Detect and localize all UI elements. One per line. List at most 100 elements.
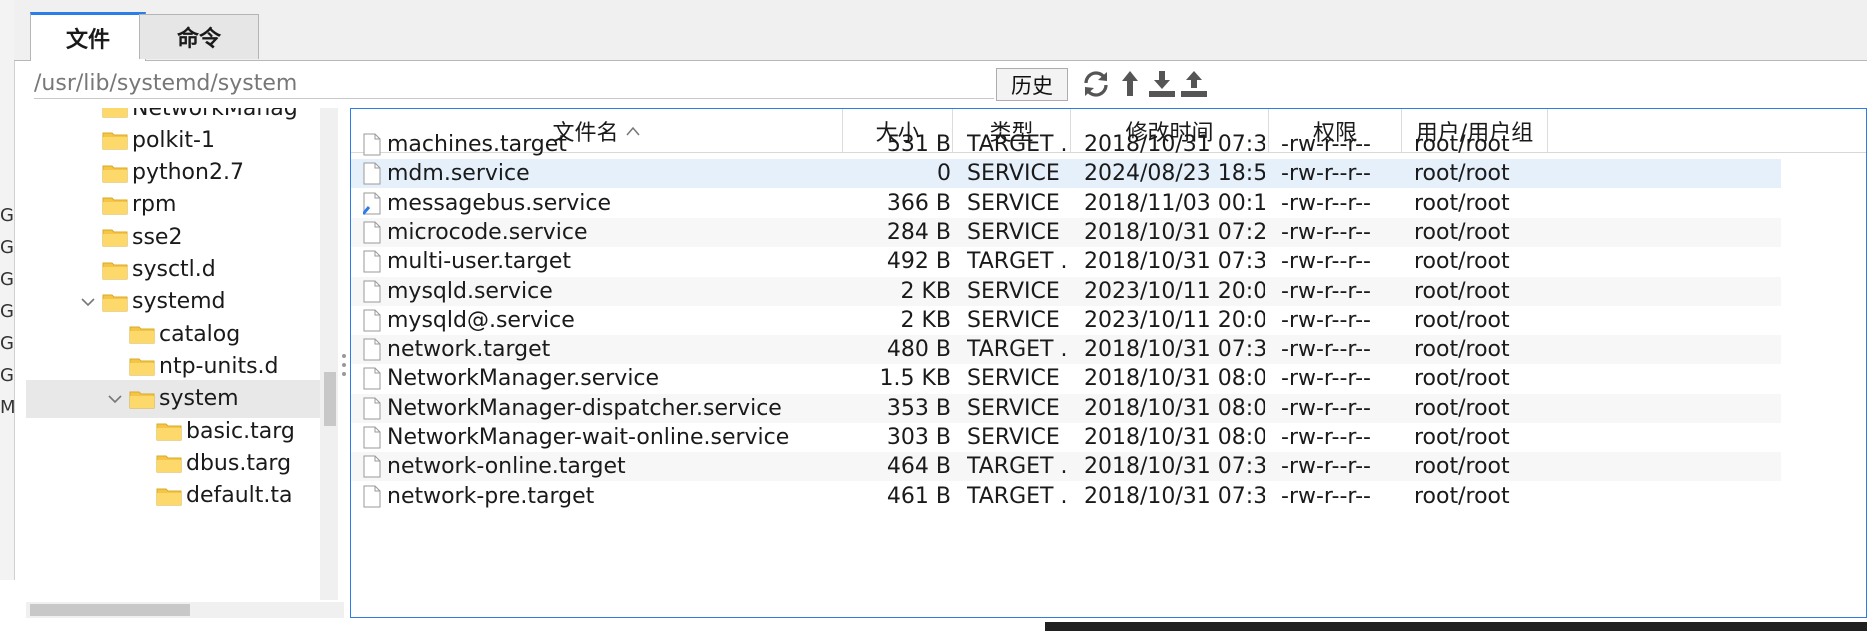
cell-name: mdm.service bbox=[387, 161, 530, 187]
tab-command[interactable]: 命令 bbox=[139, 14, 259, 59]
cell-owner: root/root bbox=[1414, 454, 1510, 480]
cell-owner: root/root bbox=[1414, 337, 1510, 363]
expand-chevron-icon[interactable] bbox=[78, 292, 98, 312]
cell-mtime: 2018/10/31 07:31 bbox=[1084, 249, 1265, 275]
cell-size: 464 B bbox=[886, 454, 951, 480]
table-row[interactable]: NetworkManager-wait-online.service 303 B S… bbox=[351, 423, 1781, 452]
table-row[interactable]: NetworkManager.service 1.5 KB SERVICE ... 2… bbox=[351, 364, 1781, 393]
cell-size: 284 B bbox=[886, 219, 951, 245]
history-button[interactable]: 历史 bbox=[996, 68, 1068, 101]
background-glyph: M bbox=[0, 397, 16, 418]
cell-mtime: 2018/10/31 08:06 bbox=[1084, 425, 1265, 450]
directory-tree: NetworkManag polkit-1 python2.7 rpm sse2 sysc… bbox=[26, 108, 344, 608]
folder-icon bbox=[156, 455, 182, 473]
tab-file[interactable]: 文件 bbox=[30, 12, 146, 61]
file-icon bbox=[363, 221, 381, 244]
cell-type: SERVICE ... bbox=[967, 219, 1067, 245]
file-icon bbox=[363, 367, 381, 390]
cell-perm: -rw-r--r-- bbox=[1281, 425, 1371, 450]
path-input[interactable] bbox=[34, 68, 994, 99]
cell-mtime: 2023/10/11 20:09 bbox=[1084, 307, 1265, 333]
file-link-icon bbox=[363, 192, 381, 215]
cell-name: network-pre.target bbox=[387, 483, 595, 509]
cell-owner: root/root bbox=[1414, 366, 1510, 392]
cell-size: 366 B bbox=[886, 190, 951, 216]
cell-type: TARGET ... bbox=[967, 483, 1067, 509]
cell-owner: root/root bbox=[1414, 425, 1510, 450]
folder-icon bbox=[129, 391, 155, 409]
cell-type: SERVICE ... bbox=[967, 161, 1067, 187]
cell-mtime: 2018/10/31 08:06 bbox=[1084, 366, 1265, 392]
refresh-icon[interactable] bbox=[1080, 68, 1112, 100]
path-bar: 历史 bbox=[26, 62, 1867, 104]
tree-item-label: ntp-units.d bbox=[159, 353, 279, 379]
cell-mtime: 2018/11/03 00:19 bbox=[1084, 190, 1265, 216]
table-row[interactable]: mysqld@.service 2 KB SERVICE ... 2023/10/11… bbox=[351, 306, 1781, 335]
file-icon bbox=[363, 250, 381, 273]
cell-name: mysqld.service bbox=[387, 278, 553, 304]
cell-perm: -rw-r--r-- bbox=[1281, 278, 1371, 304]
background-glyph: G bbox=[0, 205, 14, 226]
tree-item-label: default.ta bbox=[186, 483, 293, 509]
background-window-strip: GGGGGGM bbox=[0, 0, 16, 580]
cell-perm: -rw-r--r-- bbox=[1281, 483, 1371, 509]
cell-mtime: 2018/10/31 07:31 bbox=[1084, 337, 1265, 363]
cell-size: 0 bbox=[937, 161, 951, 187]
cell-owner: root/root bbox=[1414, 190, 1510, 216]
table-row[interactable]: machines.target 531 B TARGET ... 2018/10/31… bbox=[351, 130, 1781, 159]
cell-type: SERVICE ... bbox=[967, 425, 1067, 450]
background-glyph: G bbox=[0, 365, 14, 386]
cell-size: 461 B bbox=[886, 483, 951, 509]
tree-item-label: system bbox=[159, 386, 239, 412]
folder-icon bbox=[102, 294, 128, 312]
background-glyph: G bbox=[0, 237, 14, 258]
cell-name: microcode.service bbox=[387, 219, 588, 245]
folder-icon bbox=[102, 132, 128, 150]
cell-size: 2 KB bbox=[900, 307, 951, 333]
folder-icon bbox=[156, 423, 182, 441]
file-icon bbox=[363, 338, 381, 361]
cell-name: mysqld@.service bbox=[387, 307, 575, 333]
cell-owner: root/root bbox=[1414, 278, 1510, 304]
panel-splitter-icon[interactable] bbox=[340, 350, 348, 380]
cell-owner: root/root bbox=[1414, 132, 1510, 157]
up-directory-icon[interactable] bbox=[1114, 68, 1146, 100]
table-row[interactable]: microcode.service 284 B SERVICE ... 2018/10… bbox=[351, 217, 1781, 247]
table-row[interactable]: network-pre.target 461 B TARGET ... 2018/10… bbox=[351, 482, 1781, 511]
cell-mtime: 2023/10/11 20:09 bbox=[1084, 278, 1265, 304]
cell-name: messagebus.service bbox=[387, 190, 612, 216]
table-row[interactable]: network-online.target 464 B TARGET ... 2018… bbox=[351, 452, 1781, 482]
file-list-panel: 文件名 大小 类型 修改时间 权限 用户/用户组 machines.target 531 B… bbox=[350, 108, 1867, 618]
expand-chevron-icon[interactable] bbox=[105, 389, 125, 409]
tree-hscroll-thumb[interactable] bbox=[30, 604, 190, 616]
table-row[interactable]: messagebus.service 366 B SERVICE ... 2018/1… bbox=[351, 189, 1781, 218]
tree-item-label: python2.7 bbox=[132, 160, 244, 186]
folder-icon bbox=[102, 108, 128, 118]
cell-size: 2 KB bbox=[900, 278, 951, 304]
cell-name: network-online.target bbox=[387, 454, 626, 480]
download-icon[interactable] bbox=[1146, 68, 1178, 100]
file-icon bbox=[363, 485, 381, 508]
cell-owner: root/root bbox=[1414, 395, 1510, 421]
folder-icon bbox=[129, 326, 155, 344]
table-row[interactable]: NetworkManager-dispatcher.service 353 B SE… bbox=[351, 393, 1781, 423]
tree-item-label: NetworkManag bbox=[132, 108, 298, 121]
tree-scroll-thumb[interactable] bbox=[324, 372, 336, 426]
table-row[interactable]: network.target 480 B TARGET ... 2018/10/31 … bbox=[351, 335, 1781, 365]
cell-mtime: 2018/10/31 07:31 bbox=[1084, 483, 1265, 509]
tree-item[interactable]: default.ta bbox=[26, 477, 326, 515]
cell-owner: root/root bbox=[1414, 483, 1510, 509]
upload-icon[interactable] bbox=[1178, 68, 1210, 100]
table-row[interactable]: multi-user.target 492 B TARGET ... 2018/10/… bbox=[351, 247, 1781, 276]
cell-perm: -rw-r--r-- bbox=[1281, 249, 1371, 275]
cell-mtime: 2024/08/23 18:55 bbox=[1084, 161, 1265, 187]
table-row[interactable]: mdm.service 0 SERVICE ... 2024/08/23 18:55-… bbox=[351, 159, 1781, 189]
folder-icon bbox=[102, 165, 128, 183]
table-row[interactable]: mysqld.service 2 KB SERVICE ... 2023/10/11 … bbox=[351, 276, 1781, 306]
cell-perm: -rw-r--r-- bbox=[1281, 337, 1371, 363]
cell-perm: -rw-r--r-- bbox=[1281, 161, 1371, 187]
cell-owner: root/root bbox=[1414, 161, 1510, 187]
cell-perm: -rw-r--r-- bbox=[1281, 190, 1371, 216]
cell-size: 480 B bbox=[886, 337, 951, 363]
tree-vertical-scrollbar[interactable] bbox=[320, 108, 338, 600]
